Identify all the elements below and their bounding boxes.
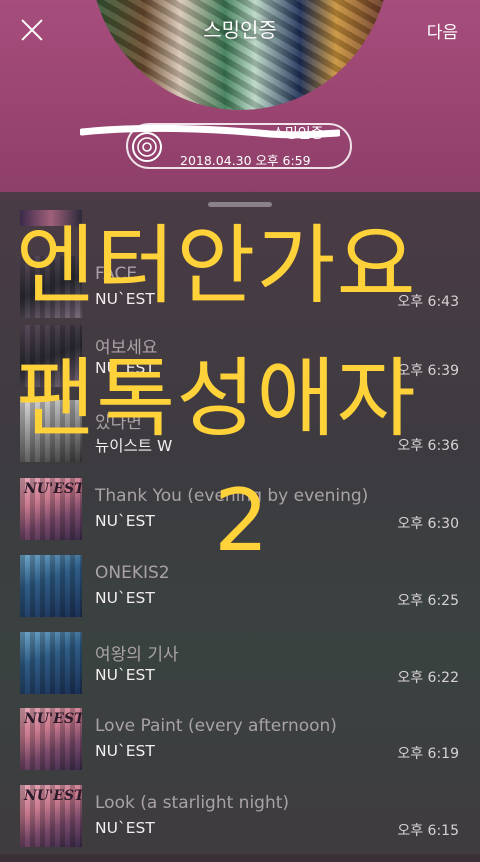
track-time: 오후 6:19 (397, 746, 459, 762)
track-row[interactable]: NU'EST Look (a starlight night) NU`EST 오… (0, 785, 480, 862)
album-thumbnail-partial (20, 210, 82, 226)
album-logo-text: NU'EST (24, 788, 82, 804)
album-thumbnail (20, 632, 82, 694)
track-time: 오후 6:30 (397, 516, 459, 532)
track-title: Look (a starlight night) (95, 793, 290, 813)
track-title: Thank You (evening by evening) (95, 486, 369, 506)
album-thumbnail (20, 555, 82, 617)
drag-handle[interactable] (208, 202, 272, 207)
track-time: 오후 6:22 (397, 670, 459, 686)
track-row[interactable]: ONEKIS2 NU`EST 오후 6:25 (0, 555, 480, 632)
track-artist: NU`EST (95, 359, 155, 377)
track-title: FACE (95, 264, 138, 284)
track-row[interactable]: NU'EST Thank You (evening by evening) NU… (0, 478, 480, 555)
track-row[interactable]: 있다면 뉴이스트 W 오후 6:36 (0, 400, 480, 477)
track-row[interactable]: 여보세요 NU`EST 오후 6:39 (0, 325, 480, 402)
badge-date: 2018.04.30 오후 6:59 (180, 153, 311, 168)
track-title: Love Paint (every afternoon) (95, 716, 337, 736)
album-thumbnail: NU'EST (20, 708, 82, 770)
track-row[interactable]: NU'EST Love Paint (every afternoon) NU`E… (0, 708, 480, 785)
track-time: 오후 6:36 (397, 438, 459, 454)
album-thumbnail (20, 400, 82, 462)
badge-label: 스밍인증 (272, 126, 324, 142)
vinyl-icon (132, 132, 162, 162)
track-title: 여왕의 기사 (95, 645, 179, 665)
track-time: 오후 6:43 (397, 294, 459, 310)
track-artist: NU`EST (95, 290, 155, 308)
album-logo-text: NU'EST (24, 711, 82, 727)
next-button[interactable]: 다음 (427, 18, 458, 43)
album-thumbnail (20, 256, 82, 318)
track-title: 여보세요 (95, 338, 158, 358)
recent-tracks-sheet: FACE NU`EST 오후 6:43 여보세요 NU`EST 오후 6:39 … (0, 192, 480, 854)
track-artist: NU`EST (95, 666, 155, 684)
track-row[interactable]: 여왕의 기사 NU`EST 오후 6:22 (0, 632, 480, 709)
track-artist: NU`EST (95, 512, 155, 530)
track-artist: 뉴이스트 W (95, 437, 173, 455)
track-artist: NU`EST (95, 589, 155, 607)
album-thumbnail (20, 325, 82, 387)
track-artist: NU`EST (95, 819, 155, 837)
track-time: 오후 6:15 (397, 823, 459, 839)
album-thumbnail: NU'EST (20, 785, 82, 847)
track-title: 있다면 (95, 413, 142, 433)
header-title: 스밍인증 (203, 18, 277, 42)
track-title: ONEKIS2 (95, 563, 170, 583)
track-time: 오후 6:25 (397, 593, 459, 609)
album-logo-text: NU'EST (24, 481, 82, 497)
track-artist: NU`EST (95, 742, 155, 760)
track-time: 오후 6:39 (397, 363, 459, 379)
track-row[interactable]: FACE NU`EST 오후 6:43 (0, 256, 480, 333)
header-area: 스밍인증 다음 스밍인증 2018.04.30 오후 6:59 (0, 0, 480, 192)
album-thumbnail: NU'EST (20, 478, 82, 540)
